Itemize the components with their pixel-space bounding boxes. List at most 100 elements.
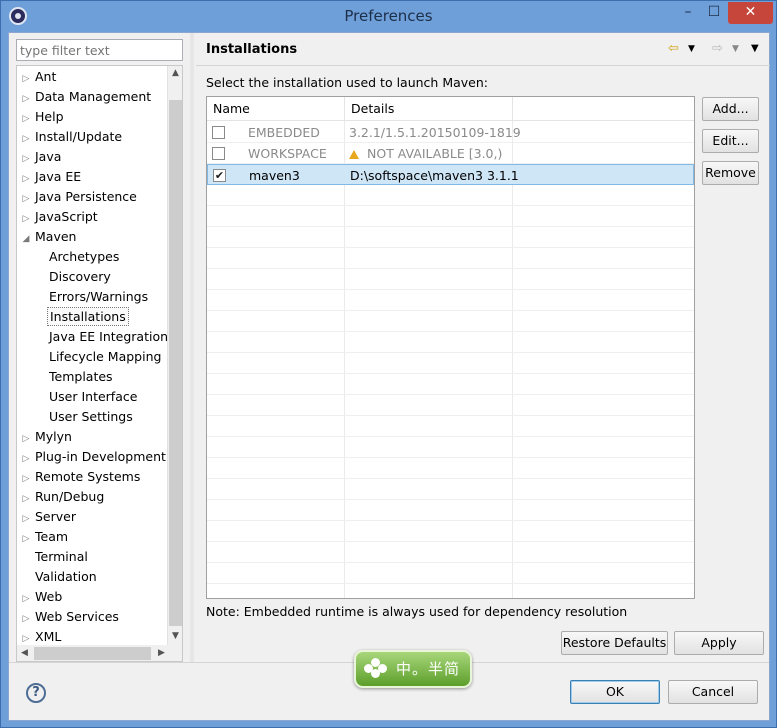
table-row[interactable]: ✔ maven3 D:\softspace\maven3 3.1.1 xyxy=(207,164,694,185)
sidebar-item-label: Help xyxy=(35,109,64,124)
expand-arrow-icon[interactable]: ▷ xyxy=(19,449,33,469)
scroll-down-arrow-icon[interactable]: ▼ xyxy=(168,629,182,644)
view-menu-icon[interactable]: ▼ xyxy=(751,43,759,54)
sidebar-item[interactable]: ▷ Mylyn xyxy=(17,427,74,447)
column-header-name[interactable]: Name xyxy=(207,97,345,121)
sidebar-item[interactable]: ▷ Java EE xyxy=(17,167,83,187)
remove-button[interactable]: Remove xyxy=(702,161,759,185)
sidebar-item[interactable]: ▷ Run/Debug xyxy=(17,487,106,507)
installation-checkbox[interactable]: ✔ xyxy=(213,169,226,182)
sidebar-item[interactable]: ▷ Data Management xyxy=(17,87,153,107)
sidebar-item[interactable]: ▷ Ant xyxy=(17,67,58,87)
sidebar-item[interactable]: Installations xyxy=(47,307,129,327)
sidebar-item[interactable]: ▷ Remote Systems xyxy=(17,467,142,487)
sidebar-item-label: XML xyxy=(35,629,62,644)
sidebar-item[interactable]: Discovery xyxy=(47,267,113,287)
expand-arrow-icon[interactable]: ▷ xyxy=(19,69,33,89)
expand-arrow-icon[interactable]: ▷ xyxy=(19,169,33,189)
table-row[interactable]: EMBEDDED 3.2.1/1.5.1.20150109-1819 xyxy=(207,122,694,143)
forward-arrow-icon[interactable]: ⇨ xyxy=(712,41,723,56)
minimize-button[interactable]: – xyxy=(675,2,701,24)
sidebar-item[interactable]: ▷ Install/Update xyxy=(17,127,124,147)
filter-input[interactable] xyxy=(16,39,183,61)
expand-arrow-icon[interactable]: ▷ xyxy=(19,149,33,169)
sidebar-item[interactable]: Lifecycle Mapping xyxy=(47,347,163,367)
sidebar-item[interactable]: ▷ XML xyxy=(17,627,63,647)
watermark-logo: 中。半简 xyxy=(354,650,472,688)
add-button[interactable]: Add... xyxy=(702,97,759,121)
expand-arrow-icon[interactable]: ▷ xyxy=(19,209,33,229)
help-icon[interactable]: ? xyxy=(26,683,46,703)
sidebar-item-label: Errors/Warnings xyxy=(49,289,149,304)
sidebar-splitter[interactable] xyxy=(190,33,194,663)
sidebar-item[interactable]: Templates xyxy=(47,367,115,387)
sidebar-item-label: Java xyxy=(35,149,62,164)
empty-table-row xyxy=(207,395,694,416)
sidebar-item-label: User Settings xyxy=(49,409,133,424)
expand-arrow-icon[interactable]: ▷ xyxy=(19,429,33,449)
ok-button[interactable]: OK xyxy=(570,680,660,704)
warning-icon xyxy=(349,150,359,159)
title-bar[interactable]: Preferences – ☐ ✕ xyxy=(1,1,776,32)
sidebar-item[interactable]: ▷ Web Services xyxy=(17,607,121,627)
sidebar-item[interactable]: ▷ Help xyxy=(17,107,66,127)
expand-arrow-icon[interactable]: ▷ xyxy=(19,89,33,109)
back-menu-chevron-down-icon[interactable]: ▼ xyxy=(688,44,695,54)
expand-arrow-icon[interactable]: ▷ xyxy=(19,609,33,629)
sidebar-item-label: Plug-in Development xyxy=(35,449,166,464)
scroll-left-arrow-icon[interactable]: ◀ xyxy=(17,646,32,661)
sidebar-item[interactable]: User Interface xyxy=(47,387,139,407)
expand-arrow-icon[interactable]: ▷ xyxy=(19,489,33,509)
empty-table-row xyxy=(207,248,694,269)
restore-defaults-button[interactable]: Restore Defaults xyxy=(561,631,668,655)
expand-arrow-icon[interactable]: ▷ xyxy=(19,529,33,549)
sidebar-item-label: Web Services xyxy=(35,609,119,624)
empty-table-row xyxy=(207,458,694,479)
tree-hscroll-thumb[interactable] xyxy=(34,647,151,660)
installations-table: Name Details EMBEDDED 3.2.1/1.5.1.2015010… xyxy=(206,96,695,599)
installation-checkbox[interactable] xyxy=(212,147,225,160)
sidebar-item[interactable]: Validation xyxy=(17,567,99,587)
sidebar-item[interactable]: Java EE Integration xyxy=(47,327,170,347)
sidebar-item[interactable]: Archetypes xyxy=(47,247,121,267)
sidebar-item[interactable]: User Settings xyxy=(47,407,135,427)
sidebar-item[interactable]: ▷ Web xyxy=(17,587,64,607)
expand-arrow-icon[interactable]: ▷ xyxy=(19,469,33,489)
edit-button[interactable]: Edit... xyxy=(702,129,759,153)
column-header-details[interactable]: Details xyxy=(345,97,513,121)
sidebar-item[interactable]: ▷ Plug-in Development xyxy=(17,447,168,467)
empty-table-row xyxy=(207,584,694,598)
sidebar-item[interactable]: Terminal xyxy=(17,547,90,567)
maximize-button[interactable]: ☐ xyxy=(701,2,727,24)
expand-arrow-icon[interactable]: ▷ xyxy=(19,129,33,149)
sidebar-item[interactable]: ◢ Maven xyxy=(17,227,78,247)
tree-vertical-scrollbar[interactable]: ▲ ▼ xyxy=(167,66,182,661)
collapse-arrow-icon[interactable]: ◢ xyxy=(19,229,33,249)
sidebar-item[interactable]: ▷ Server xyxy=(17,507,78,527)
sidebar-item[interactable]: ▷ JavaScript xyxy=(17,207,100,227)
installation-details-text: NOT AVAILABLE [3.0,) xyxy=(367,146,503,161)
dialog-client-area: ▷Ant▷Data Management▷Help▷Install/Update… xyxy=(8,32,770,721)
close-button[interactable]: ✕ xyxy=(728,2,773,24)
table-row[interactable]: WORKSPACE NOT AVAILABLE [3.0,) xyxy=(207,143,694,164)
sidebar-item[interactable]: ▷ Team xyxy=(17,527,70,547)
tree-horizontal-scrollbar[interactable]: ◀ ▶ xyxy=(17,645,169,661)
expand-arrow-icon[interactable]: ▷ xyxy=(19,109,33,129)
expand-arrow-icon[interactable]: ▷ xyxy=(19,189,33,209)
cancel-button[interactable]: Cancel xyxy=(668,680,758,704)
expand-arrow-icon[interactable]: ▷ xyxy=(19,509,33,529)
tree-scroll-thumb[interactable] xyxy=(169,100,182,626)
sidebar-item[interactable]: ▷ Java xyxy=(17,147,63,167)
sidebar-item-label: Server xyxy=(35,509,76,524)
empty-table-row xyxy=(207,437,694,458)
expand-arrow-icon[interactable]: ▷ xyxy=(19,589,33,609)
forward-menu-chevron-down-icon[interactable]: ▼ xyxy=(732,44,739,54)
sidebar-item[interactable]: ▷ Java Persistence xyxy=(17,187,139,207)
apply-button[interactable]: Apply xyxy=(674,631,764,655)
scroll-up-arrow-icon[interactable]: ▲ xyxy=(168,66,182,81)
installation-checkbox[interactable] xyxy=(212,126,225,139)
scroll-right-arrow-icon[interactable]: ▶ xyxy=(154,646,169,661)
back-arrow-icon[interactable]: ⇦ xyxy=(668,41,679,56)
sidebar-item[interactable]: Errors/Warnings xyxy=(47,287,150,307)
empty-table-row xyxy=(207,416,694,437)
